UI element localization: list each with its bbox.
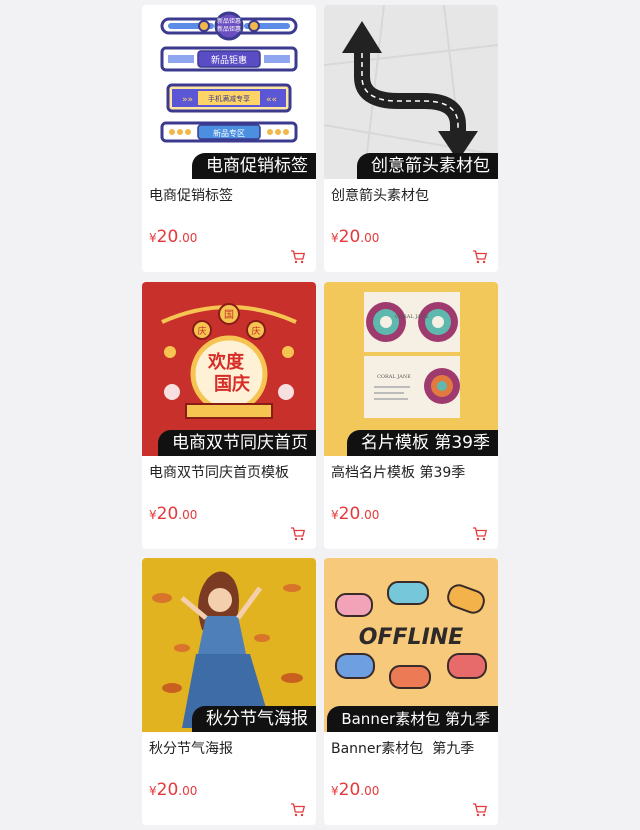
product-card[interactable]: 新品钜惠 新品钜惠 新品钜惠 手机满减专享 »» «« 新品专区 电商促销标签 … [142, 5, 316, 272]
shopping-cart-icon[interactable] [472, 249, 488, 265]
svg-text:««: «« [266, 95, 277, 105]
product-card[interactable]: 秋分节气海报 秋分节气海报 ¥20.00 [142, 558, 316, 825]
price-integer: 20 [338, 227, 361, 247]
price-decimal: .00 [360, 508, 380, 522]
product-price: ¥20.00 [331, 780, 379, 800]
price-currency: ¥ [149, 508, 157, 522]
promo-label-text: 新品钜惠 [217, 25, 241, 33]
offline-text: OFFLINE [359, 625, 463, 650]
product-tag: Banner素材包 第九季 [327, 706, 498, 732]
product-thumbnail[interactable]: CORAL JANE CORAL JANE 名片模板 第39季 [324, 282, 498, 456]
product-title[interactable]: 秋分节气海报 [149, 738, 233, 758]
product-thumbnail[interactable]: 新品钜惠 新品钜惠 新品钜惠 手机满减专享 »» «« 新品专区 电商促销标签 [142, 5, 316, 179]
price-decimal: .00 [178, 508, 198, 522]
product-card[interactable]: OFFLINE Banner素材包 第九季 Banner素材包 第九季 ¥20.… [324, 558, 498, 825]
price-integer: 20 [156, 227, 179, 247]
festival-char: 庆 [251, 325, 260, 337]
price-integer: 20 [156, 780, 179, 800]
price-currency: ¥ [331, 231, 339, 245]
product-price: ¥20.00 [149, 227, 197, 247]
price-currency: ¥ [149, 231, 157, 245]
product-card[interactable]: 创意箭头素材包 创意箭头素材包 ¥20.00 [324, 5, 498, 272]
product-price: ¥20.00 [331, 504, 379, 524]
product-tag: 创意箭头素材包 [357, 153, 498, 179]
product-price: ¥20.00 [149, 780, 197, 800]
product-grid: 新品钜惠 新品钜惠 新品钜惠 手机满减专享 »» «« 新品专区 电商促销标签 … [0, 0, 640, 830]
product-tag: 秋分节气海报 [192, 706, 316, 732]
shopping-cart-icon[interactable] [472, 526, 488, 542]
product-card[interactable]: CORAL JANE CORAL JANE 名片模板 第39季 高档名片模板 第… [324, 282, 498, 549]
promo-label-text: 手机满减专享 [208, 94, 250, 103]
business-card-name: CORAL JANE [377, 374, 411, 380]
product-title[interactable]: 电商促销标签 [149, 185, 233, 205]
promo-label-text: 新品专区 [213, 128, 245, 138]
product-title[interactable]: Banner素材包 第九季 [331, 738, 474, 758]
festival-headline: 欢度 [207, 351, 245, 373]
product-thumbnail[interactable]: OFFLINE Banner素材包 第九季 [324, 558, 498, 732]
product-title[interactable]: 电商双节同庆首页模板 [149, 462, 289, 482]
product-thumbnail[interactable]: 创意箭头素材包 [324, 5, 498, 179]
product-thumbnail[interactable]: 秋分节气海报 [142, 558, 316, 732]
product-card[interactable]: 国 庆 庆 欢度 国庆 电商双节同庆首页 电商双节同庆首页模板 ¥20.00 [142, 282, 316, 549]
product-tag: 名片模板 第39季 [346, 430, 498, 456]
price-currency: ¥ [149, 784, 157, 798]
shopping-cart-icon[interactable] [290, 249, 306, 265]
festival-char: 国 [224, 309, 234, 321]
product-price: ¥20.00 [331, 227, 379, 247]
product-tag: 电商双节同庆首页 [158, 430, 316, 456]
promo-label-text: 新品钜惠 [211, 54, 247, 66]
product-title[interactable]: 高档名片模板 第39季 [331, 462, 465, 482]
price-decimal: .00 [178, 231, 198, 245]
festival-headline: 国庆 [214, 373, 250, 395]
shopping-cart-icon[interactable] [290, 802, 306, 818]
shopping-cart-icon[interactable] [472, 802, 488, 818]
business-card-name: CORAL JANE [395, 314, 429, 320]
product-thumbnail[interactable]: 国 庆 庆 欢度 国庆 电商双节同庆首页 [142, 282, 316, 456]
price-integer: 20 [338, 780, 361, 800]
product-tag: 电商促销标签 [192, 153, 316, 179]
promo-label-text: 新品钜惠 [217, 17, 241, 25]
price-currency: ¥ [331, 784, 339, 798]
price-decimal: .00 [178, 784, 198, 798]
shopping-cart-icon[interactable] [290, 526, 306, 542]
price-integer: 20 [338, 504, 361, 524]
product-price: ¥20.00 [149, 504, 197, 524]
price-decimal: .00 [360, 231, 380, 245]
price-currency: ¥ [331, 508, 339, 522]
price-decimal: .00 [360, 784, 380, 798]
product-title[interactable]: 创意箭头素材包 [331, 185, 429, 205]
festival-char: 庆 [197, 325, 206, 337]
price-integer: 20 [156, 504, 179, 524]
svg-text:»»: »» [182, 95, 193, 105]
